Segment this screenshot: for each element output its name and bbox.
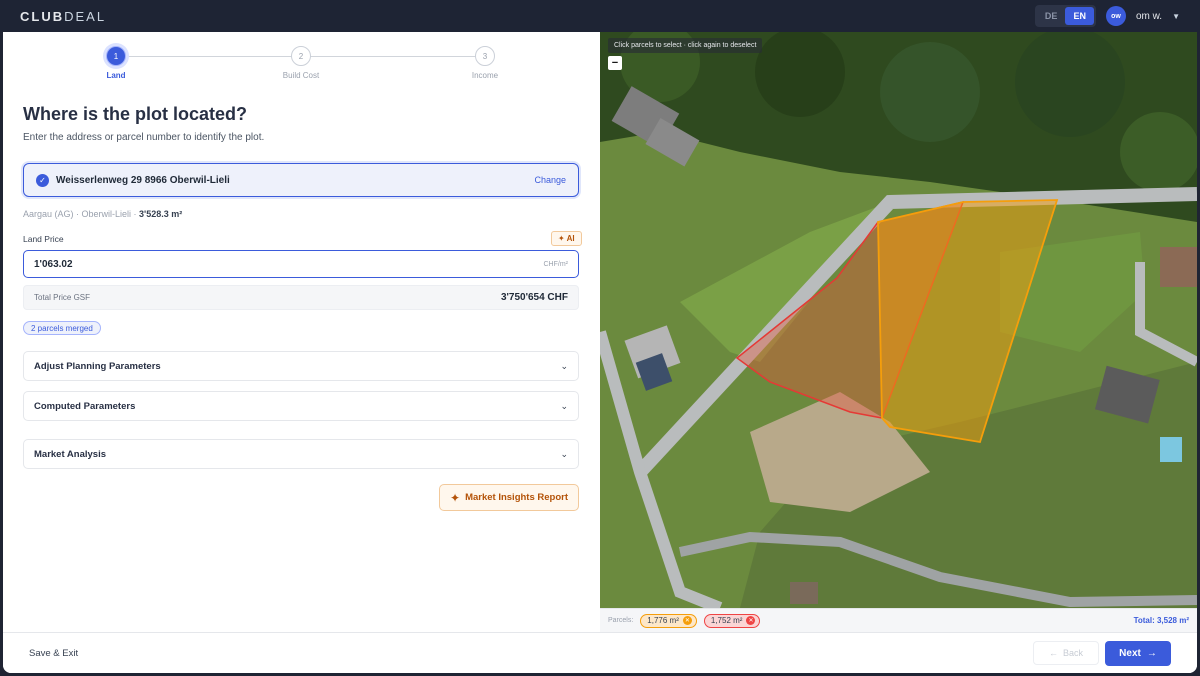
brand-logo[interactable]: CLUBDEAL: [20, 9, 106, 24]
market-insights-report-button[interactable]: ✦ Market Insights Report: [439, 484, 579, 511]
land-price-value[interactable]: 1'063.02: [34, 259, 544, 270]
parcel-area: 1,752 m²: [710, 616, 743, 625]
total-price-row: Total Price GSF 3'750'654 CHF: [23, 285, 579, 310]
step-label: Land: [106, 71, 126, 80]
step-number: 2: [291, 46, 311, 66]
check-icon: ✓: [36, 173, 49, 187]
plot-meta: Aargau (AG) · Oberwil-Lieli · 3'528.3 m²: [23, 209, 183, 219]
swimming-pool: [1160, 437, 1182, 462]
close-icon[interactable]: ✕: [682, 616, 692, 625]
parcels-total: Total: 3,528 m²: [1133, 616, 1189, 625]
stepper: 1 Land 2 Build Cost 3 Income: [3, 46, 600, 96]
step-land[interactable]: 1 Land: [76, 46, 156, 80]
tree-cluster: [1015, 32, 1125, 137]
aerial-map[interactable]: [600, 32, 1197, 608]
tree-cluster: [880, 42, 980, 142]
step-number: 3: [475, 46, 495, 66]
brand-logo-part1: CLUB: [20, 8, 65, 24]
page-title: Where is the plot located?: [23, 104, 248, 124]
market-insights-label: Market Insights Report: [465, 492, 568, 503]
total-price-value: 3'750'654 CHF: [500, 292, 568, 303]
address-value: Weisserlenweg 29 8966 Oberwil-Lieli: [56, 174, 230, 186]
change-address-button[interactable]: Change: [534, 175, 566, 185]
chevron-down-icon: ⌄: [560, 448, 568, 459]
user-name[interactable]: om w.: [1136, 11, 1162, 22]
arrow-left-icon: ←: [1048, 648, 1058, 658]
language-switcher: DE EN: [1034, 5, 1096, 27]
plot-area: 3'528.3 m²: [139, 209, 183, 219]
parcels-merged-badge: 2 parcels merged: [23, 321, 101, 335]
step-label: Build Cost: [282, 71, 320, 80]
land-price-input[interactable]: 1'063.02 CHF/m²: [23, 250, 579, 278]
chevron-down-icon: ⌄: [560, 360, 568, 371]
land-price-label: Land Price: [23, 234, 64, 244]
zoom-out-button[interactable]: −: [608, 56, 622, 70]
ai-button[interactable]: ✦ AI: [551, 231, 582, 246]
municipality: Oberwil-Lieli: [81, 209, 132, 219]
footer-bar: Save & Exit ← Back Next →: [3, 632, 1197, 673]
accordion-title: Computed Parameters: [34, 400, 136, 412]
next-label: Next: [1119, 647, 1141, 659]
back-label: Back: [1062, 648, 1083, 658]
lang-en-button[interactable]: EN: [1065, 7, 1094, 25]
accordion-title: Market Analysis: [34, 448, 106, 460]
parcel-area: 1,776 m²: [647, 616, 679, 625]
top-bar: CLUBDEAL DE EN ow om w. ▼: [0, 0, 1200, 32]
back-button[interactable]: ← Back: [1033, 641, 1099, 665]
canton: Aargau (AG): [23, 209, 74, 219]
map-view[interactable]: Click parcels to select · click again to…: [600, 32, 1197, 608]
parcels-label: Parcels:: [608, 617, 634, 624]
tree-cluster: [1120, 112, 1197, 192]
close-icon[interactable]: ✕: [746, 616, 756, 625]
step-build-cost[interactable]: 2 Build Cost: [261, 46, 341, 80]
building: [1160, 247, 1197, 287]
parcel-bar: Parcels: 1,776 m² ✕ 1,752 m² ✕ Total: 3,…: [600, 608, 1197, 632]
chevron-down-icon: ⌄: [560, 400, 568, 411]
brand-logo-part2: DEAL: [64, 8, 107, 24]
accordion-computed-parameters[interactable]: Computed Parameters ⌄: [23, 391, 579, 421]
accordion-market-analysis[interactable]: Market Analysis ⌄: [23, 439, 579, 469]
next-button[interactable]: Next →: [1105, 640, 1171, 666]
lang-de-button[interactable]: DE: [1037, 7, 1066, 25]
map-hint: Click parcels to select · click again to…: [608, 38, 763, 53]
form-panel: 1 Land 2 Build Cost 3 Income Where is th…: [3, 32, 600, 632]
address-field[interactable]: ✓ Weisserlenweg 29 8966 Oberwil-Lieli Ch…: [23, 163, 579, 197]
parcel-chip[interactable]: 1,752 m² ✕: [703, 613, 761, 628]
total-price-label: Total Price GSF: [34, 293, 91, 302]
accordion-title: Adjust Planning Parameters: [34, 360, 161, 372]
avatar[interactable]: ow: [1105, 6, 1126, 26]
app-frame: 1 Land 2 Build Cost 3 Income Where is th…: [3, 32, 1197, 673]
accordion-planning-parameters[interactable]: Adjust Planning Parameters ⌄: [23, 351, 579, 381]
step-income[interactable]: 3 Income: [445, 46, 525, 80]
sparkle-icon: ✦: [450, 490, 461, 505]
step-number: 1: [106, 46, 126, 66]
building: [790, 582, 818, 604]
top-right-controls: DE EN ow om w. ▼: [1034, 5, 1180, 27]
parcel-chip[interactable]: 1,776 m² ✕: [640, 613, 697, 628]
arrow-right-icon: →: [1146, 647, 1157, 659]
chevron-down-icon[interactable]: ▼: [1172, 12, 1180, 21]
save-exit-button[interactable]: Save & Exit: [29, 648, 1033, 659]
land-price-unit: CHF/m²: [543, 260, 569, 268]
step-label: Income: [471, 71, 499, 80]
page-subtitle: Enter the address or parcel number to id…: [23, 132, 265, 143]
